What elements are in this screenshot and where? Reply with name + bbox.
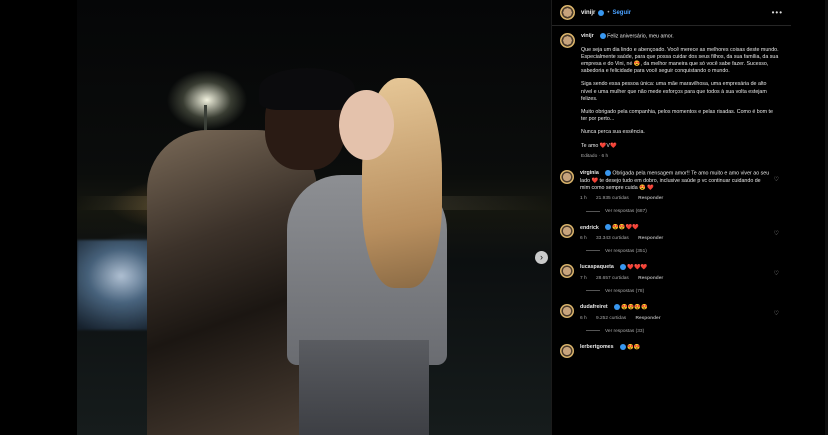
- comment-likes[interactable]: 28.657 curtidas: [596, 276, 629, 281]
- comment-likes[interactable]: 21.935 curtidas: [596, 196, 629, 201]
- man-hat: [259, 68, 355, 110]
- comment-meta: 7 h 28.657 curtidas Responder: [580, 275, 770, 282]
- comment-username[interactable]: lucaspaqueta: [580, 264, 614, 270]
- comment-body: lucaspaqueta ❤️❤️❤️ 7 h 28.657 curtidas …: [580, 264, 770, 282]
- post-header: vinijr • Seguir •••: [552, 0, 791, 26]
- verified-icon: [598, 9, 605, 16]
- comment-body: dudafreiret 😍😍😍😍 6 h 9.252 curtidas Resp…: [580, 303, 770, 322]
- comment-avatar[interactable]: [560, 303, 574, 318]
- comment-username[interactable]: lerbertgomes: [580, 344, 614, 350]
- comment-username[interactable]: endrick: [580, 225, 599, 231]
- view-replies-button[interactable]: Ver respostas (687): [586, 209, 783, 214]
- view-replies-button[interactable]: Ver respostas (33): [586, 329, 783, 334]
- comment-time: 1 h: [580, 196, 587, 202]
- comment-body: virginia Obrigada pela mensagem amor!! T…: [580, 170, 770, 202]
- comment-item: lerbertgomes 😍😍: [560, 343, 783, 358]
- comment-item: dudafreiret 😍😍😍😍 6 h 9.252 curtidas Resp…: [560, 303, 783, 322]
- caption-line: Muito obrigado pela companhia, pelos mom…: [581, 109, 773, 123]
- comment-body: endrick 😍😍❤️❤️ 6 h 33.343 curtidas Respo…: [580, 224, 770, 242]
- caption-line: Te amo ❤️V❤️: [581, 142, 617, 149]
- comment-time: 6 h: [580, 315, 587, 321]
- follow-button[interactable]: Seguir: [612, 10, 631, 16]
- verified-icon: [604, 170, 611, 177]
- comment-text: ❤️❤️❤️: [627, 264, 648, 271]
- verified-icon: [599, 33, 606, 39]
- author-avatar[interactable]: [560, 5, 575, 20]
- comment-avatar[interactable]: [560, 170, 574, 185]
- caption-meta: Editado · 6 h: [581, 153, 609, 159]
- like-comment-heart-icon[interactable]: ♡: [774, 176, 779, 183]
- comment-avatar[interactable]: [560, 343, 574, 358]
- comment-text: 😍😍: [627, 344, 641, 351]
- reply-button[interactable]: Responder: [638, 276, 663, 281]
- comment-time: 7 h: [580, 275, 587, 281]
- post-panel: vinijr • Seguir ••• vinijr Feliz anivers…: [551, 0, 791, 435]
- verified-icon: [619, 343, 626, 350]
- like-comment-heart-icon[interactable]: ♡: [774, 270, 779, 277]
- comment-likes[interactable]: 33.343 curtidas: [596, 236, 629, 241]
- comment-meta: 6 h 33.343 curtidas Responder: [580, 235, 770, 242]
- like-comment-heart-icon[interactable]: ♡: [774, 310, 779, 317]
- comment-avatar[interactable]: [560, 224, 574, 239]
- view-replies-button[interactable]: Ver respostas (78): [586, 289, 783, 294]
- author-username[interactable]: vinijr: [581, 10, 595, 16]
- reply-button[interactable]: Responder: [638, 196, 663, 201]
- comment-text: 😍😍❤️❤️: [612, 224, 639, 231]
- comment-avatar[interactable]: [560, 264, 574, 279]
- caption: vinijr Feliz aniversário, meu amor. Que …: [560, 33, 783, 160]
- comment-meta: 1 h 21.935 curtidas Responder: [580, 195, 770, 202]
- header-separator: •: [607, 9, 610, 16]
- caption-line: Feliz aniversário, meu amor.: [607, 33, 674, 40]
- more-options-icon[interactable]: •••: [772, 8, 783, 17]
- like-comment-heart-icon[interactable]: ♡: [774, 230, 779, 237]
- verified-icon: [604, 224, 611, 231]
- verified-icon: [613, 303, 620, 310]
- reply-button[interactable]: Responder: [638, 236, 663, 241]
- comment-username[interactable]: virginia: [580, 170, 599, 176]
- comment-item: virginia Obrigada pela mensagem amor!! T…: [560, 170, 783, 202]
- comments-scroll[interactable]: vinijr Feliz aniversário, meu amor. Que …: [552, 27, 791, 435]
- reply-button[interactable]: Responder: [636, 316, 661, 321]
- comment-time: 6 h: [580, 235, 587, 241]
- caption-avatar[interactable]: [560, 33, 575, 48]
- comment-item: lucaspaqueta ❤️❤️❤️ 7 h 28.657 curtidas …: [560, 264, 783, 282]
- post-photo[interactable]: [77, 0, 551, 435]
- caption-body: vinijr Feliz aniversário, meu amor. Que …: [581, 33, 779, 160]
- comment-text: 😍😍😍😍: [621, 304, 648, 311]
- comment-username[interactable]: dudafreiret: [580, 304, 608, 310]
- caption-username[interactable]: vinijr: [581, 33, 594, 39]
- next-photo-button[interactable]: ›: [535, 251, 548, 264]
- comment-item: endrick 😍😍❤️❤️ 6 h 33.343 curtidas Respo…: [560, 224, 783, 242]
- comment-body: lerbertgomes 😍😍: [580, 343, 770, 358]
- woman-skirt: [299, 340, 429, 435]
- woman-face: [339, 90, 394, 160]
- verified-icon: [619, 264, 626, 271]
- comment-likes[interactable]: 9.252 curtidas: [596, 316, 626, 321]
- caption-line: Que seja um dia lindo e abençoado. Você …: [581, 46, 779, 75]
- caption-line: Nunca perca sua essência.: [581, 129, 645, 136]
- comment-meta: 6 h 9.252 curtidas Responder: [580, 315, 770, 322]
- view-replies-button[interactable]: Ver respostas (351): [586, 249, 783, 254]
- caption-line: Siga sendo essa pessoa única: uma mãe ma…: [581, 81, 767, 102]
